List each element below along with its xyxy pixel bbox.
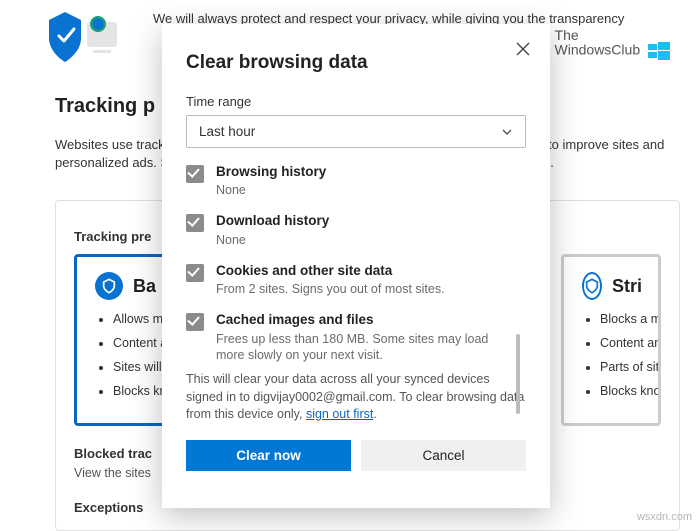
strict-card-title: Stri [612,276,642,297]
item-title: Browsing history [216,164,516,180]
wc-line2: WindowsClub [555,42,641,58]
list-item: Browsing history None [186,164,516,198]
basic-icon [95,272,123,300]
checkbox-browsing-history[interactable] [186,165,204,183]
dialog-title: Clear browsing data [186,52,526,74]
item-sub: None [216,182,516,198]
list-item: Cached images and files Frees up less th… [186,312,516,363]
data-types-list: Browsing history None Download history N… [186,164,526,369]
list-item: Download history None [186,213,516,247]
cancel-button[interactable]: Cancel [361,440,526,471]
strict-item-3: Blocks kno [600,384,640,398]
windowsclub-logo: The WindowsClub [555,28,670,60]
sync-note-text-b: . [373,407,376,421]
strict-item-2: Parts of sit [600,360,640,374]
clear-browsing-data-dialog: Clear browsing data Time range Last hour… [162,24,550,508]
clear-now-button[interactable]: Clear now [186,440,351,471]
item-sub: None [216,232,516,248]
item-title: Cookies and other site data [216,263,516,279]
time-range-value: Last hour [199,124,255,139]
wc-line1: The [555,28,670,42]
watermark: wsxdn.com [637,511,692,523]
close-icon [512,38,534,60]
time-range-label: Time range [186,94,526,109]
checkbox-download-history[interactable] [186,214,204,232]
sign-out-link[interactable]: sign out first [306,407,373,421]
checkbox-cache[interactable] [186,313,204,331]
basic-card-title: Ba [133,276,156,297]
strict-item-0: Blocks a m sites [600,312,640,326]
strict-item-1: Content an minimal pe [600,336,640,350]
strict-icon [582,272,602,300]
item-title: Cached images and files [216,312,516,328]
item-sub: From 2 sites. Signs you out of most site… [216,281,516,297]
item-sub: Frees up less than 180 MB. Some sites ma… [216,331,516,364]
chevron-down-icon [501,126,513,138]
item-title: Download history [216,213,516,229]
checkbox-cookies[interactable] [186,264,204,282]
close-button[interactable] [512,38,534,60]
list-item: Cookies and other site data From 2 sites… [186,263,516,297]
time-range-select[interactable]: Last hour [186,115,526,148]
privacy-illustration [45,10,125,70]
sync-note: This will clear your data across all you… [186,371,526,424]
tracking-card-strict[interactable]: Stri Blocks a m sites Content an minimal… [561,254,661,426]
